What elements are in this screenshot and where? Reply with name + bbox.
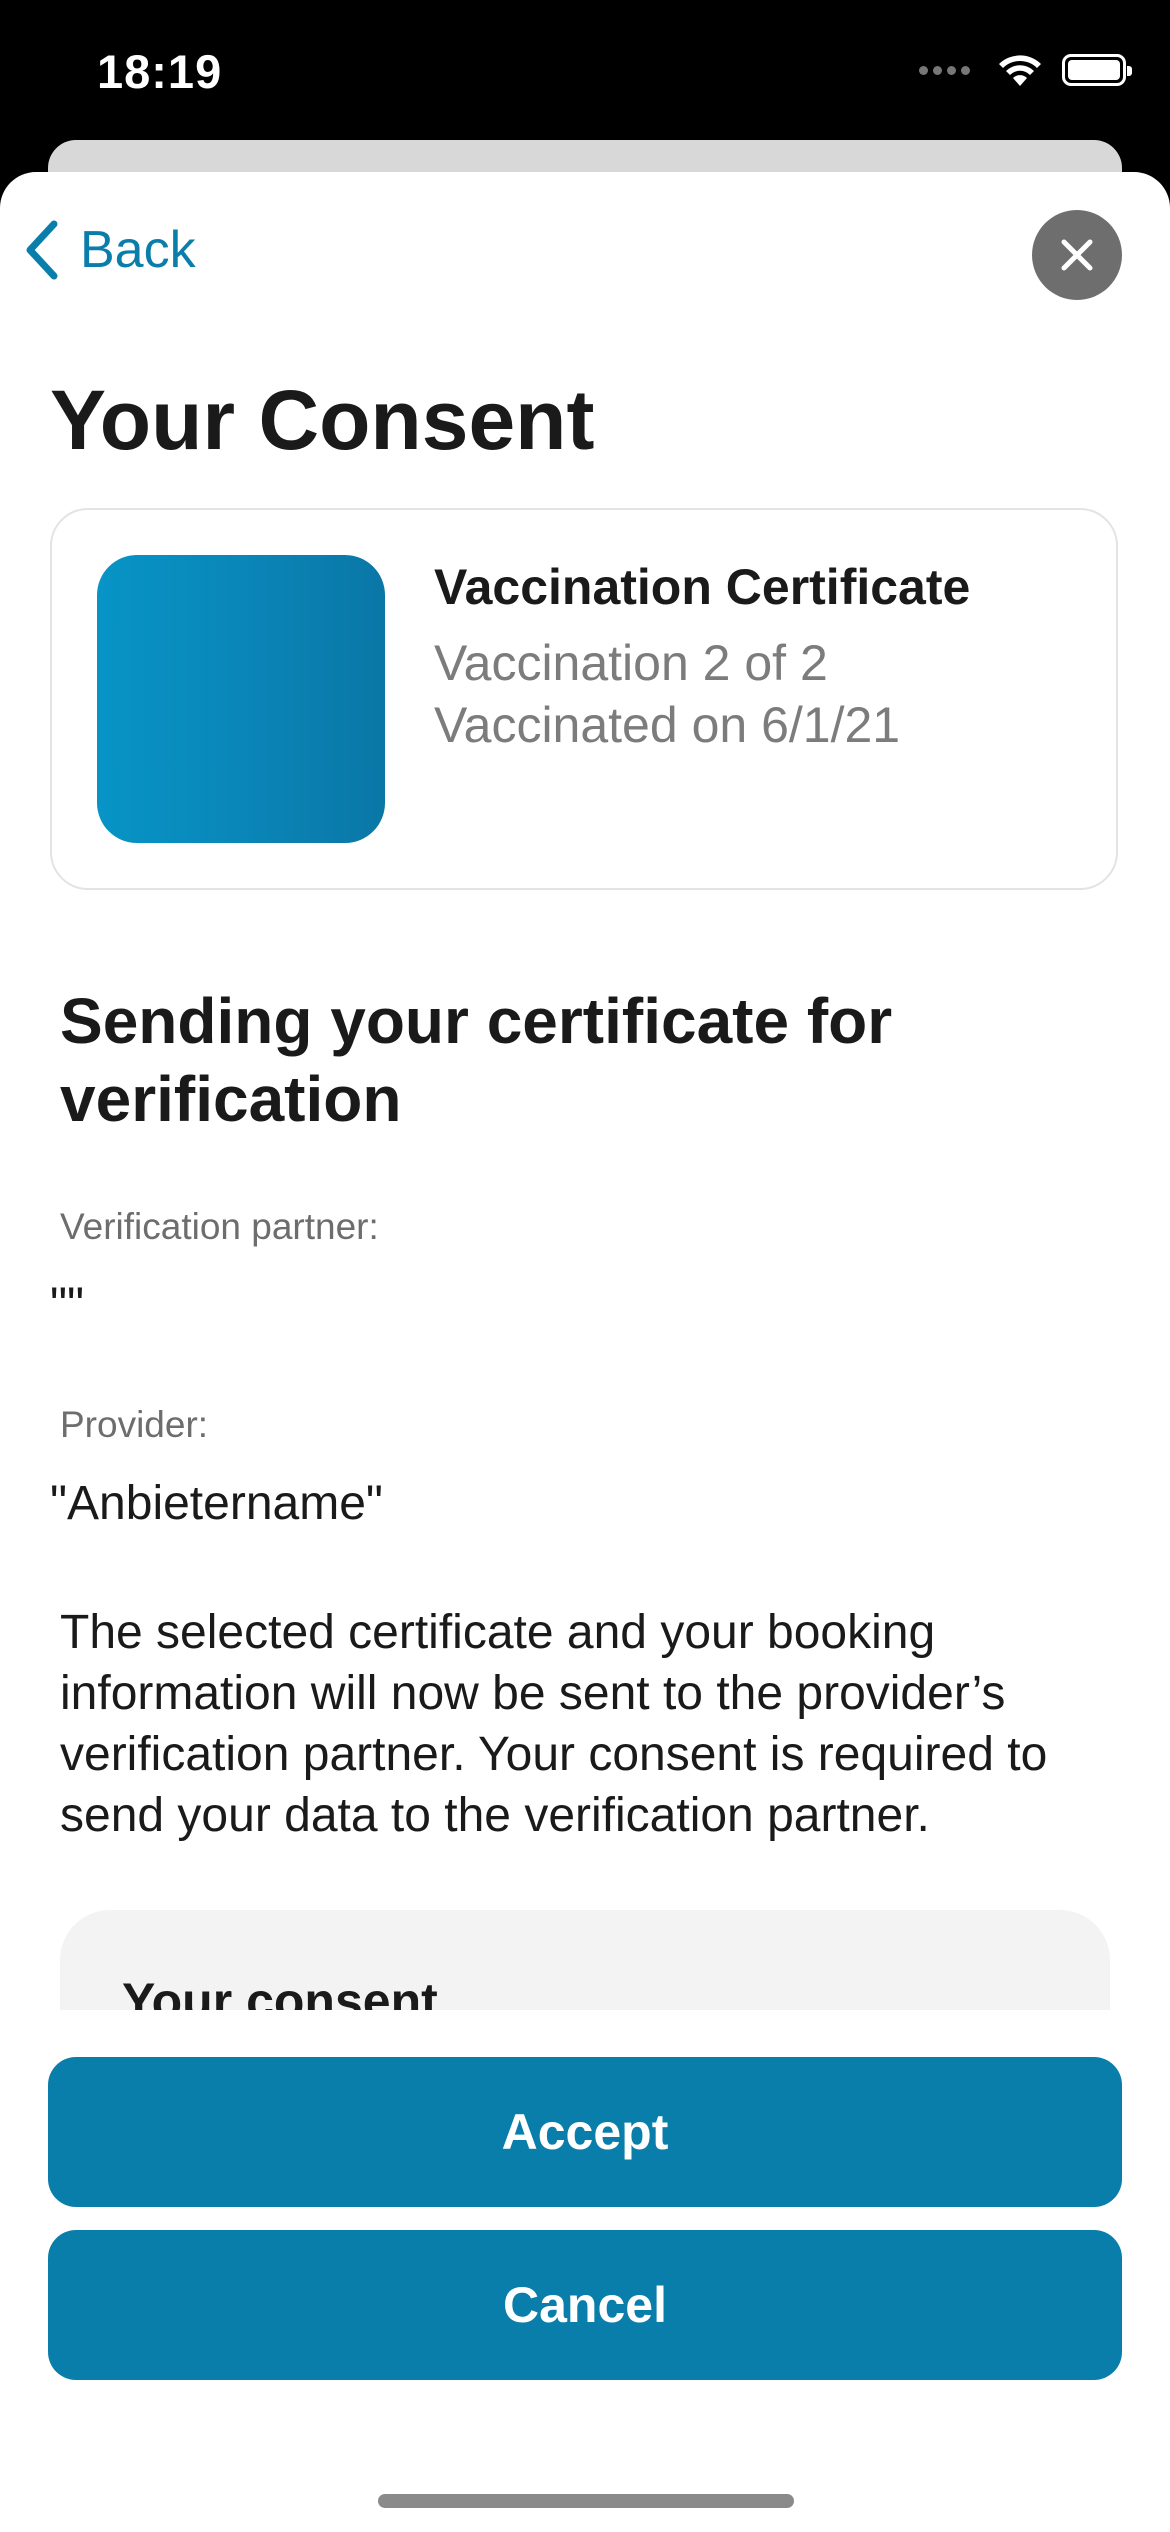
certificate-card: Vaccination Certificate Vaccination 2 of… [50,508,1118,890]
close-button[interactable] [1032,210,1122,300]
cellular-signal-icon [919,65,970,75]
battery-icon [1062,54,1132,86]
verification-partner-value: "" [50,1279,85,1332]
status-bar: 18:19 [0,0,1170,150]
accept-button[interactable]: Accept [48,2057,1122,2207]
certificate-thumbnail [97,555,385,843]
cancel-button[interactable]: Cancel [48,2230,1122,2380]
consent-description: The selected certificate and your bookin… [60,1606,1048,1842]
chevron-left-icon [26,220,58,280]
close-icon [1061,239,1093,271]
provider-value: "Anbietername" [50,1477,383,1530]
certificate-date: Vaccinated on 6/1/21 [434,697,901,753]
certificate-title: Vaccination Certificate [434,559,971,615]
provider-label: Provider: [60,1404,209,1445]
wifi-icon [999,55,1041,86]
consent-sheet: Back Your Consent Vaccination Certificat… [0,172,1170,2532]
page-title: Your Consent [50,373,595,467]
certificate-dose: Vaccination 2 of 2 [434,635,828,691]
back-button[interactable]: Back [24,220,196,280]
status-time: 18:19 [97,45,223,98]
home-indicator [378,2494,794,2508]
back-label: Back [80,221,196,279]
status-indicators [919,52,1132,88]
verification-partner-label: Verification partner: [60,1206,379,1247]
section-heading: Sending your certificate for verificatio… [60,985,893,1135]
